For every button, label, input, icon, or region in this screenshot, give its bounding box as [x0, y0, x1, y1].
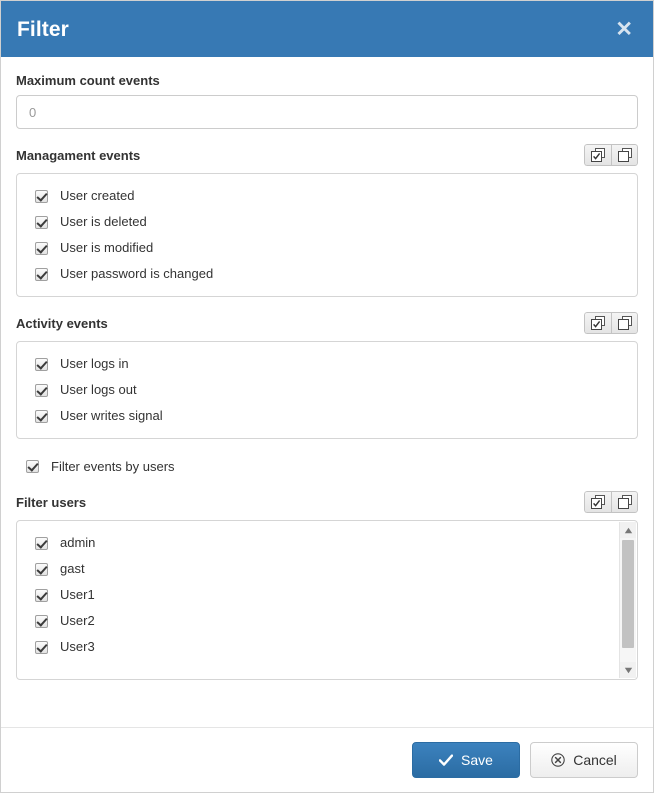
list-item-label: admin	[60, 535, 96, 550]
list-item-checkbox[interactable]	[35, 383, 48, 397]
list-item-checkbox[interactable]	[35, 241, 48, 255]
section-toolbar	[584, 144, 638, 166]
list-item-checkbox[interactable]	[35, 357, 48, 371]
save-button-label: Save	[461, 752, 493, 768]
list-item-label: User2	[60, 613, 95, 628]
dialog-title: Filter	[17, 17, 69, 41]
list-item-label: gast	[60, 561, 85, 576]
list-item[interactable]: User1	[17, 582, 619, 608]
list-item-checkbox[interactable]	[35, 588, 48, 602]
filter-events-by-users-label: Filter events by users	[51, 459, 175, 474]
dialog-header: Filter ✕	[1, 1, 653, 57]
list-item[interactable]: User2	[17, 608, 619, 634]
filter-users-list: admin gast User1 User2 User3	[16, 520, 638, 680]
list-item[interactable]: User is modified	[17, 235, 637, 261]
list-item-label: User1	[60, 587, 95, 602]
section-header: Activity events	[16, 312, 638, 334]
filter-users-title: Filter users	[16, 494, 87, 510]
scroll-down-icon[interactable]	[620, 662, 636, 678]
section-header: Managament events	[16, 144, 638, 166]
cancel-button-label: Cancel	[573, 752, 617, 768]
cancel-button[interactable]: Cancel	[530, 742, 638, 778]
section-title: Managament events	[16, 147, 141, 163]
list-item-label: User password is changed	[60, 266, 214, 281]
section-list: User created User is deleted User is modif…	[16, 173, 638, 297]
check-all-icon[interactable]	[584, 491, 611, 513]
list-item-checkbox[interactable]	[35, 562, 48, 576]
cancel-circle-icon	[551, 753, 565, 767]
list-item[interactable]: User3	[17, 634, 619, 660]
filter-users-header: Filter users	[16, 491, 638, 513]
filter-users-scrollbar[interactable]	[619, 522, 636, 678]
list-item-label: User logs in	[60, 356, 129, 371]
filter-events-by-users-row[interactable]: Filter events by users	[22, 457, 638, 476]
max-count-label: Maximum count events	[16, 73, 160, 88]
list-item[interactable]: User logs in	[17, 351, 637, 377]
event-section: Managament events User created User is del…	[16, 144, 638, 297]
check-all-icon[interactable]	[584, 144, 611, 166]
list-item-label: User is modified	[60, 240, 154, 255]
filter-events-by-users-checkbox[interactable]	[26, 460, 39, 473]
list-item-label: User writes signal	[60, 408, 163, 423]
check-icon	[439, 754, 454, 766]
section-toolbar	[584, 312, 638, 334]
list-item[interactable]: User logs out	[17, 377, 637, 403]
list-item-checkbox[interactable]	[35, 409, 48, 423]
uncheck-all-icon[interactable]	[611, 144, 638, 166]
filter-users-section: Filter users admin gast User1 User2 User…	[16, 491, 638, 680]
list-item[interactable]: User created	[17, 183, 637, 209]
close-icon[interactable]: ✕	[611, 17, 637, 42]
max-count-input[interactable]	[16, 95, 638, 129]
filter-users-items: admin gast User1 User2 User3	[17, 530, 619, 660]
list-item[interactable]: User is deleted	[17, 209, 637, 235]
event-section: Activity events User logs in User logs out…	[16, 312, 638, 439]
filter-dialog: Filter ✕ Maximum count events Managament…	[0, 0, 654, 793]
scroll-up-icon[interactable]	[620, 522, 636, 538]
list-item[interactable]: User writes signal	[17, 403, 637, 429]
list-item-checkbox[interactable]	[35, 189, 48, 203]
list-item-checkbox[interactable]	[35, 215, 48, 229]
list-item-checkbox[interactable]	[35, 536, 48, 550]
save-button[interactable]: Save	[412, 742, 520, 778]
check-all-icon[interactable]	[584, 312, 611, 334]
list-item-label: User3	[60, 639, 95, 654]
list-item-checkbox[interactable]	[35, 640, 48, 654]
uncheck-all-icon[interactable]	[611, 312, 638, 334]
list-item-checkbox[interactable]	[35, 267, 48, 281]
dialog-body: Maximum count events Managament events Us…	[1, 57, 653, 727]
dialog-footer: Save Cancel	[1, 727, 653, 792]
uncheck-all-icon[interactable]	[611, 491, 638, 513]
list-item-checkbox[interactable]	[35, 614, 48, 628]
event-sections: Managament events User created User is del…	[16, 144, 638, 439]
list-item-label: User logs out	[60, 382, 137, 397]
list-item[interactable]: gast	[17, 556, 619, 582]
filter-users-toolbar	[584, 491, 638, 513]
scrollbar-thumb[interactable]	[622, 540, 634, 648]
list-item-label: User created	[60, 188, 135, 203]
scrollbar-track[interactable]	[620, 538, 636, 662]
list-item-label: User is deleted	[60, 214, 147, 229]
list-item[interactable]: User password is changed	[17, 261, 637, 287]
section-title: Activity events	[16, 315, 108, 331]
list-item[interactable]: admin	[17, 530, 619, 556]
section-list: User logs in User logs out User writes sig…	[16, 341, 638, 439]
